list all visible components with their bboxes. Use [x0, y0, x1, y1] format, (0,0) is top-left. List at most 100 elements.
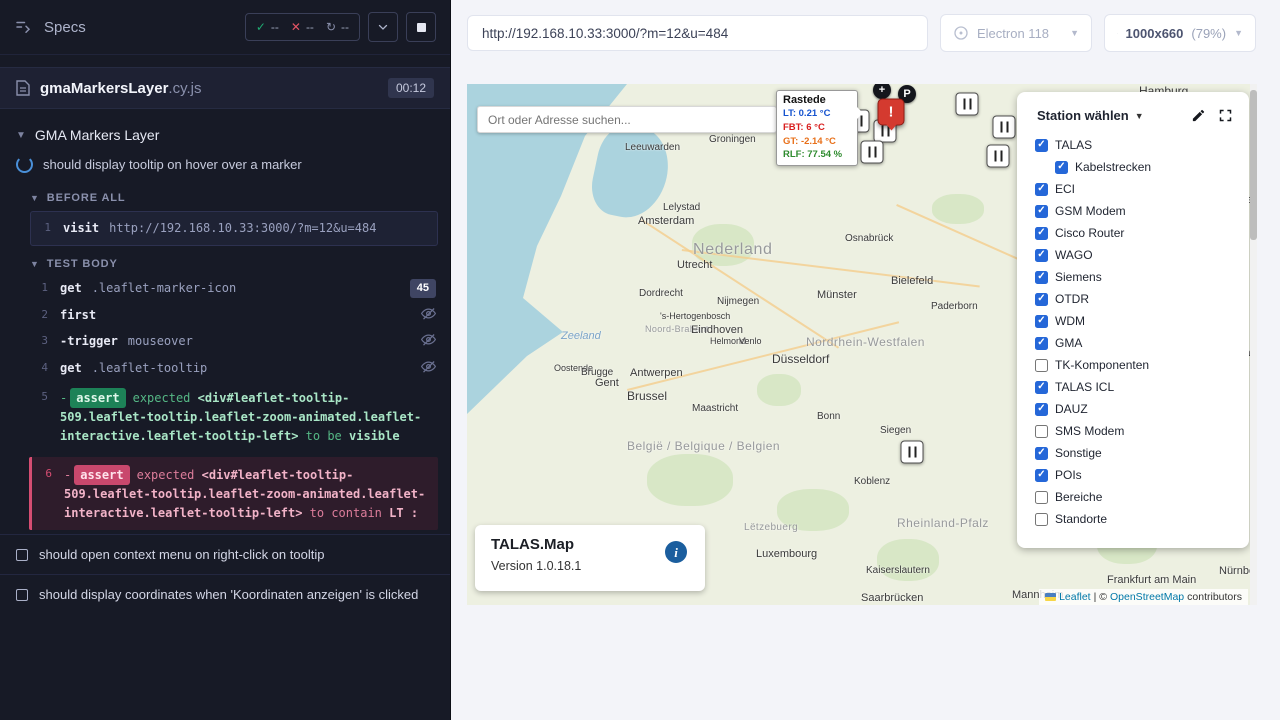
station-filter-item[interactable]: WDM [1017, 310, 1249, 332]
checkbox-label: GMA [1055, 336, 1082, 350]
station-filter-item[interactable]: DAUZ [1017, 398, 1249, 420]
checkbox[interactable] [1035, 425, 1048, 438]
checkbox-label: WDM [1055, 314, 1085, 328]
viewport-size: 1000x660 [1126, 26, 1184, 41]
pending-test-row[interactable]: should display coordinates when 'Koordin… [0, 574, 450, 614]
station-filter-item[interactable]: Standorte [1017, 508, 1249, 530]
station-filter-item[interactable]: TALAS ICL [1017, 376, 1249, 398]
osm-link[interactable]: OpenStreetMap [1110, 591, 1184, 603]
chevron-down-icon: ▼ [16, 130, 26, 141]
leaflet-link[interactable]: Leaflet [1059, 591, 1091, 603]
assert-pill: assert [74, 465, 129, 486]
expand-icon[interactable] [1218, 108, 1233, 123]
checkbox-label: Siemens [1055, 270, 1102, 284]
aut-topbar: Electron 118 ▼ 1000x660 (79%) ▼ [451, 0, 1280, 52]
checkbox[interactable] [1035, 403, 1048, 416]
command-row-visit[interactable]: 1 visithttp://192.168.10.33:3000/?m=12&u… [30, 211, 438, 246]
command-row-first[interactable]: 2 first [0, 302, 450, 329]
command-row-get-marker[interactable]: 1 get.leaflet-marker-icon 45 [0, 275, 450, 302]
browser-selector[interactable]: Electron 118 ▼ [940, 14, 1092, 52]
info-icon[interactable]: i [665, 541, 687, 563]
station-marker-icon[interactable] [993, 116, 1016, 139]
spec-name-ext: .cy.js [168, 80, 201, 97]
station-filter-item[interactable]: Bereiche [1017, 486, 1249, 508]
station-panel-title[interactable]: Station wählen [1037, 108, 1129, 123]
checkbox[interactable] [1035, 469, 1048, 482]
map-label: Düsseldorf [772, 352, 829, 366]
chevron-down-icon[interactable]: ▼ [1135, 111, 1144, 121]
url-input[interactable] [467, 15, 928, 51]
station-filter-item[interactable]: GMA [1017, 332, 1249, 354]
map-label: Paderborn [931, 301, 978, 312]
file-icon [16, 80, 30, 96]
pending-test-row[interactable]: should open context menu on right-click … [0, 534, 450, 574]
checkbox[interactable] [1035, 513, 1048, 526]
poi-marker-icon[interactable]: + [873, 84, 891, 99]
station-marker-icon[interactable] [987, 145, 1010, 168]
station-marker-icon[interactable] [861, 141, 884, 164]
checkbox[interactable] [1035, 271, 1048, 284]
station-filter-item[interactable]: Siemens [1017, 266, 1249, 288]
station-marker-icon[interactable] [956, 93, 979, 116]
station-filter-item[interactable]: TK-Komponenten [1017, 354, 1249, 376]
station-filter-item[interactable]: POIs [1017, 464, 1249, 486]
test-body-label: TEST BODY [47, 258, 118, 270]
search-input[interactable] [477, 106, 777, 133]
checkbox[interactable] [1035, 381, 1048, 394]
checkbox[interactable] [1035, 183, 1048, 196]
scrollbar-track[interactable] [1250, 84, 1257, 605]
checkbox[interactable] [1035, 337, 1048, 350]
scrollbar-thumb[interactable] [1250, 90, 1257, 240]
pending-test-title: should open context menu on right-click … [39, 547, 324, 562]
viewport-zoom: (79%) [1191, 26, 1226, 41]
assert-pre: expected [137, 468, 195, 482]
station-filter-item[interactable]: WAGO [1017, 244, 1249, 266]
specs-menu-icon[interactable] [14, 18, 32, 36]
station-filter-item[interactable]: Sonstige [1017, 442, 1249, 464]
checkbox[interactable] [1035, 293, 1048, 306]
stat-failed-value: -- [306, 20, 314, 34]
station-filter-item[interactable]: ECI [1017, 178, 1249, 200]
check-icon: ✓ [256, 20, 266, 34]
viewport-selector[interactable]: 1000x660 (79%) ▼ [1104, 14, 1256, 52]
command-arg: http://192.168.10.33:3000/?m=12&u=484 [109, 221, 376, 235]
command-number: 1 [32, 279, 48, 298]
spec-name: gmaMarkersLayer.cy.js [40, 80, 201, 97]
checkbox[interactable] [1035, 359, 1048, 372]
assert-row-failed[interactable]: 6 -assertexpected <div#leaflet-tooltip-5… [29, 457, 438, 531]
station-panel-icons [1191, 108, 1233, 123]
before-all-section-header[interactable]: ▼ BEFORE ALL [0, 182, 450, 209]
station-filter-item[interactable]: TALAS [1017, 134, 1249, 156]
checkbox[interactable] [1035, 227, 1048, 240]
checkbox[interactable] [1055, 161, 1068, 174]
test-body-section-header[interactable]: ▼ TEST BODY [0, 248, 450, 275]
assert-row-passed[interactable]: 5 -assertexpected <div#leaflet-tooltip-5… [0, 382, 450, 452]
station-filter-item[interactable]: Cisco Router [1017, 222, 1249, 244]
command-name: first [60, 308, 96, 322]
command-row-trigger[interactable]: 3 -triggermouseover [0, 328, 450, 355]
suite-row[interactable]: ▼ GMA Markers Layer [0, 117, 450, 149]
checkbox[interactable] [1035, 491, 1048, 504]
station-filter-item[interactable]: GSM Modem [1017, 200, 1249, 222]
x-icon: ✕ [291, 20, 301, 34]
checkbox[interactable] [1035, 315, 1048, 328]
command-body: first [60, 306, 411, 325]
map-label: Lëtzebuerg [744, 522, 798, 533]
checkbox[interactable] [1035, 205, 1048, 218]
checkbox[interactable] [1035, 249, 1048, 262]
collapse-tests-button[interactable] [368, 12, 398, 42]
station-marker-icon[interactable] [901, 441, 924, 464]
active-test-row[interactable]: should display tooltip on hover over a m… [0, 149, 450, 182]
alert-marker-icon[interactable]: ! [878, 99, 905, 126]
command-name: get [60, 361, 82, 375]
station-filter-item[interactable]: SMS Modem [1017, 420, 1249, 442]
checkbox[interactable] [1035, 447, 1048, 460]
spec-header[interactable]: gmaMarkersLayer.cy.js 00:12 [0, 67, 450, 109]
leaflet-map[interactable]: HamburgBremenNiedersachsenHannoverLeeuwa… [467, 84, 1257, 605]
edit-pencil-icon[interactable] [1191, 108, 1206, 123]
stop-button[interactable] [406, 12, 436, 42]
station-filter-item[interactable]: Kabelstrecken [1017, 156, 1249, 178]
station-filter-item[interactable]: OTDR [1017, 288, 1249, 310]
checkbox[interactable] [1035, 139, 1048, 152]
command-row-get-tooltip[interactable]: 4 get.leaflet-tooltip [0, 355, 450, 382]
